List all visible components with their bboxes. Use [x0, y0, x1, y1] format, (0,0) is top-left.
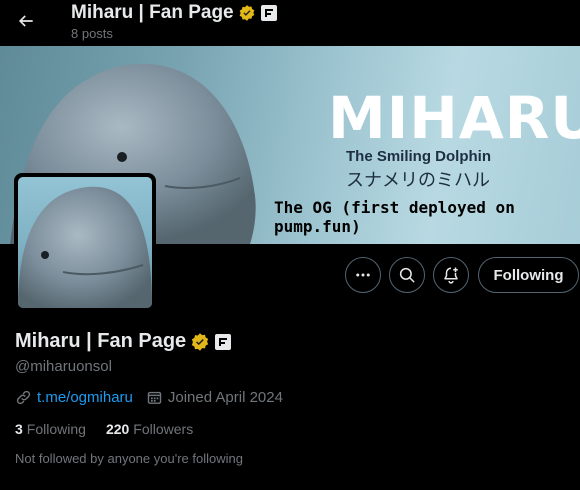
link-icon	[16, 390, 31, 405]
search-icon	[399, 267, 415, 283]
following-button[interactable]: Following	[478, 257, 579, 293]
more-icon	[356, 273, 370, 277]
banner-japanese: スナメリのミハル	[346, 170, 490, 190]
verified-badge-icon	[238, 4, 256, 22]
bell-plus-icon	[444, 267, 458, 284]
followers-stat[interactable]: 220 Followers	[106, 421, 193, 437]
avatar[interactable]	[14, 173, 156, 312]
post-count: 8 posts	[71, 26, 113, 41]
banner-subtitle: The Smiling Dolphin	[346, 148, 491, 165]
header-title-row: Miharu | Fan Page	[71, 2, 277, 24]
avatar-image	[18, 177, 152, 308]
following-stat[interactable]: 3 Following	[15, 421, 86, 437]
search-button[interactable]	[389, 257, 425, 293]
joined-date: Joined April 2024	[167, 389, 283, 406]
header-title: Miharu | Fan Page	[71, 2, 234, 23]
arrow-left-icon	[18, 15, 33, 27]
profile-meta: t.me/ogmiharu Joined April 2024	[15, 389, 283, 406]
followers-count: 220	[105, 421, 130, 437]
profile-handle: @miharuonsol	[15, 358, 112, 375]
banner-tagline: The OG (first deployed on pump.fun)	[274, 198, 515, 236]
profile-link[interactable]: t.me/ogmiharu	[37, 389, 133, 406]
notify-button[interactable]	[433, 257, 469, 293]
top-bar: Miharu | Fan Page 8 posts	[0, 0, 580, 46]
profile-stats: 3 Following 220 Followers	[15, 421, 193, 437]
back-button[interactable]	[12, 7, 40, 35]
followers-label: Followers	[133, 421, 194, 437]
profile-name: Miharu | Fan Page	[15, 330, 187, 352]
affiliate-badge-icon[interactable]	[260, 5, 277, 21]
not-followed-note: Not followed by anyone you're following	[15, 451, 243, 466]
following-count: 3	[15, 421, 23, 437]
verified-badge-icon[interactable]	[190, 332, 210, 352]
affiliate-badge-icon[interactable]	[215, 333, 232, 350]
banner-title: MIHARU	[328, 84, 580, 152]
profile-name-row: Miharu | Fan Page	[15, 330, 232, 353]
calendar-icon	[147, 391, 162, 404]
more-button[interactable]	[345, 257, 381, 293]
following-label: Following	[26, 421, 86, 437]
